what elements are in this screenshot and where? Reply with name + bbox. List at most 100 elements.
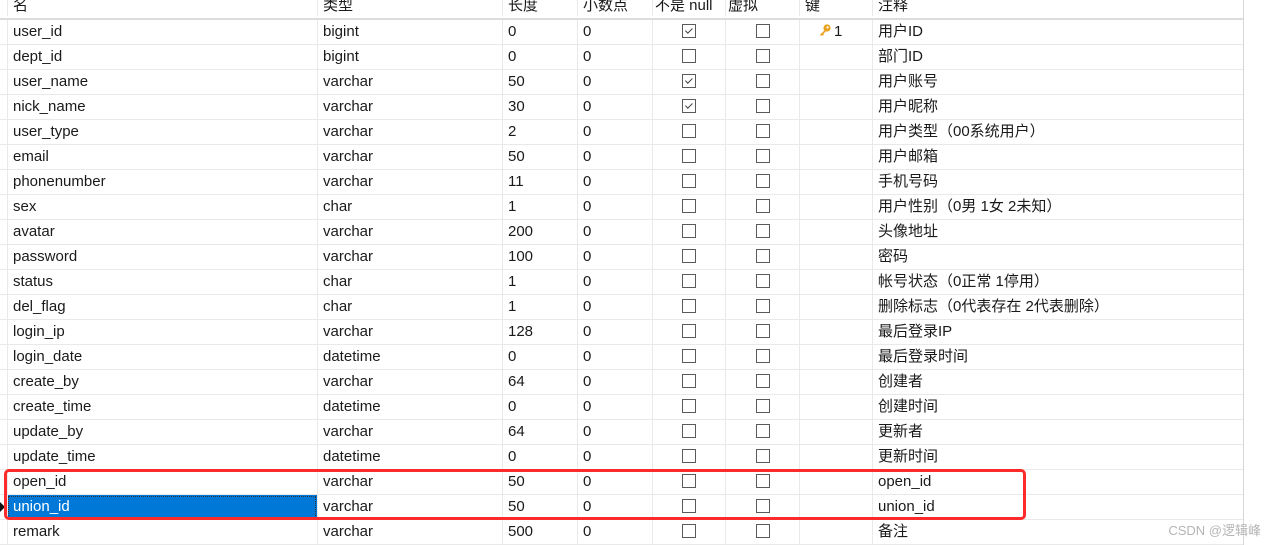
virtual-checkbox[interactable] bbox=[755, 23, 770, 38]
field-decimals-cell[interactable]: 0 bbox=[577, 270, 652, 294]
key-cell[interactable] bbox=[799, 420, 872, 444]
field-type-cell[interactable]: char bbox=[317, 295, 502, 319]
not-null-checkbox[interactable] bbox=[682, 498, 696, 513]
field-decimals-cell[interactable]: 0 bbox=[577, 520, 652, 544]
key-cell[interactable] bbox=[799, 495, 872, 519]
field-row-nick-name[interactable]: nick_name varchar 30 0 用户昵称 bbox=[0, 95, 1243, 120]
key-cell[interactable] bbox=[799, 295, 872, 319]
virtual-checkbox[interactable] bbox=[755, 73, 770, 88]
field-type-cell[interactable]: varchar bbox=[317, 245, 502, 269]
field-decimals-cell[interactable]: 0 bbox=[577, 220, 652, 244]
key-cell[interactable] bbox=[799, 320, 872, 344]
not-null-checkbox[interactable] bbox=[682, 298, 696, 313]
field-comment-cell[interactable]: 用户昵称 bbox=[872, 95, 1243, 119]
header-not-null[interactable]: 不是 null bbox=[652, 0, 725, 16]
not-null-checkbox[interactable] bbox=[682, 173, 696, 188]
field-decimals-cell[interactable]: 0 bbox=[577, 295, 652, 319]
field-comment-cell[interactable]: 用户账号 bbox=[872, 70, 1243, 94]
key-cell[interactable] bbox=[799, 470, 872, 494]
field-name-cell[interactable]: sex bbox=[7, 195, 317, 219]
virtual-checkbox[interactable] bbox=[755, 123, 770, 138]
header-virtual[interactable]: 虚拟 bbox=[725, 0, 799, 16]
field-decimals-cell[interactable]: 0 bbox=[577, 395, 652, 419]
field-comment-cell[interactable]: 删除标志（0代表存在 2代表删除） bbox=[872, 295, 1243, 319]
field-comment-cell[interactable]: 用户邮箱 bbox=[872, 145, 1243, 169]
field-type-cell[interactable]: datetime bbox=[317, 395, 502, 419]
field-length-cell[interactable]: 0 bbox=[502, 395, 577, 419]
virtual-checkbox[interactable] bbox=[755, 98, 770, 113]
field-type-cell[interactable]: varchar bbox=[317, 420, 502, 444]
field-decimals-cell[interactable]: 0 bbox=[577, 245, 652, 269]
field-row-create-time[interactable]: create_time datetime 0 0 创建时间 bbox=[0, 395, 1243, 420]
not-null-checkbox[interactable] bbox=[682, 48, 696, 63]
virtual-checkbox[interactable] bbox=[755, 348, 770, 363]
field-name-cell[interactable]: create_by bbox=[7, 370, 317, 394]
field-row-union-id[interactable]: union_id varchar 50 0 union_id bbox=[0, 495, 1243, 520]
field-length-cell[interactable]: 0 bbox=[502, 445, 577, 469]
field-name-cell[interactable]: open_id bbox=[7, 470, 317, 494]
not-null-checkbox[interactable] bbox=[682, 223, 696, 238]
field-name-cell[interactable]: avatar bbox=[7, 220, 317, 244]
not-null-checkbox[interactable] bbox=[682, 148, 696, 163]
field-name-cell[interactable]: remark bbox=[7, 520, 317, 544]
key-cell[interactable] bbox=[799, 245, 872, 269]
field-comment-cell[interactable]: 最后登录时间 bbox=[872, 345, 1243, 369]
field-decimals-cell[interactable]: 0 bbox=[577, 470, 652, 494]
key-cell[interactable] bbox=[799, 445, 872, 469]
field-row-dept-id[interactable]: dept_id bigint 0 0 部门ID bbox=[0, 45, 1243, 70]
field-type-cell[interactable]: varchar bbox=[317, 220, 502, 244]
field-decimals-cell[interactable]: 0 bbox=[577, 120, 652, 144]
field-name-cell[interactable]: user_id bbox=[7, 20, 317, 44]
field-row-password[interactable]: password varchar 100 0 密码 bbox=[0, 245, 1243, 270]
not-null-checkbox[interactable] bbox=[682, 348, 696, 363]
field-length-cell[interactable]: 1 bbox=[502, 270, 577, 294]
key-cell[interactable]: 1 bbox=[799, 20, 872, 44]
field-length-cell[interactable]: 100 bbox=[502, 245, 577, 269]
field-decimals-cell[interactable]: 0 bbox=[577, 45, 652, 69]
field-type-cell[interactable]: bigint bbox=[317, 45, 502, 69]
field-name-cell[interactable]: create_time bbox=[7, 395, 317, 419]
field-comment-cell[interactable]: union_id bbox=[872, 495, 1243, 519]
field-length-cell[interactable]: 500 bbox=[502, 520, 577, 544]
not-null-checkbox[interactable] bbox=[682, 198, 696, 213]
virtual-checkbox[interactable] bbox=[755, 198, 770, 213]
virtual-checkbox[interactable] bbox=[755, 273, 770, 288]
not-null-checkbox[interactable] bbox=[682, 323, 696, 338]
field-length-cell[interactable]: 64 bbox=[502, 420, 577, 444]
field-type-cell[interactable]: varchar bbox=[317, 145, 502, 169]
key-cell[interactable] bbox=[799, 270, 872, 294]
key-cell[interactable] bbox=[799, 120, 872, 144]
key-cell[interactable] bbox=[799, 45, 872, 69]
field-length-cell[interactable]: 0 bbox=[502, 345, 577, 369]
field-name-cell[interactable]: nick_name bbox=[7, 95, 317, 119]
virtual-checkbox[interactable] bbox=[755, 523, 770, 538]
key-cell[interactable] bbox=[799, 95, 872, 119]
field-decimals-cell[interactable]: 0 bbox=[577, 95, 652, 119]
field-row-phonenumber[interactable]: phonenumber varchar 11 0 手机号码 bbox=[0, 170, 1243, 195]
key-cell[interactable] bbox=[799, 395, 872, 419]
not-null-checkbox[interactable] bbox=[682, 473, 696, 488]
not-null-checkbox[interactable] bbox=[682, 448, 696, 463]
field-row-login-ip[interactable]: login_ip varchar 128 0 最后登录IP bbox=[0, 320, 1243, 345]
key-cell[interactable] bbox=[799, 220, 872, 244]
field-row-status[interactable]: status char 1 0 帐号状态（0正常 1停用） bbox=[0, 270, 1243, 295]
field-comment-cell[interactable]: 部门ID bbox=[872, 45, 1243, 69]
not-null-checkbox[interactable] bbox=[682, 423, 696, 438]
field-decimals-cell[interactable]: 0 bbox=[577, 445, 652, 469]
field-row-avatar[interactable]: avatar varchar 200 0 头像地址 bbox=[0, 220, 1243, 245]
field-length-cell[interactable]: 50 bbox=[502, 145, 577, 169]
field-length-cell[interactable]: 30 bbox=[502, 95, 577, 119]
field-comment-cell[interactable]: 用户性别（0男 1女 2未知） bbox=[872, 195, 1243, 219]
field-decimals-cell[interactable]: 0 bbox=[577, 70, 652, 94]
not-null-checkbox[interactable] bbox=[682, 123, 696, 138]
header-decimals[interactable]: 小数点 bbox=[577, 0, 652, 16]
field-length-cell[interactable]: 50 bbox=[502, 495, 577, 519]
key-cell[interactable] bbox=[799, 370, 872, 394]
header-comment[interactable]: 注释 bbox=[872, 0, 1243, 16]
field-comment-cell[interactable]: 用户类型（00系统用户） bbox=[872, 120, 1243, 144]
field-name-cell[interactable]: email bbox=[7, 145, 317, 169]
field-comment-cell[interactable]: 最后登录IP bbox=[872, 320, 1243, 344]
field-name-cell[interactable]: login_date bbox=[7, 345, 317, 369]
virtual-checkbox[interactable] bbox=[755, 398, 770, 413]
not-null-checkbox[interactable] bbox=[682, 373, 696, 388]
